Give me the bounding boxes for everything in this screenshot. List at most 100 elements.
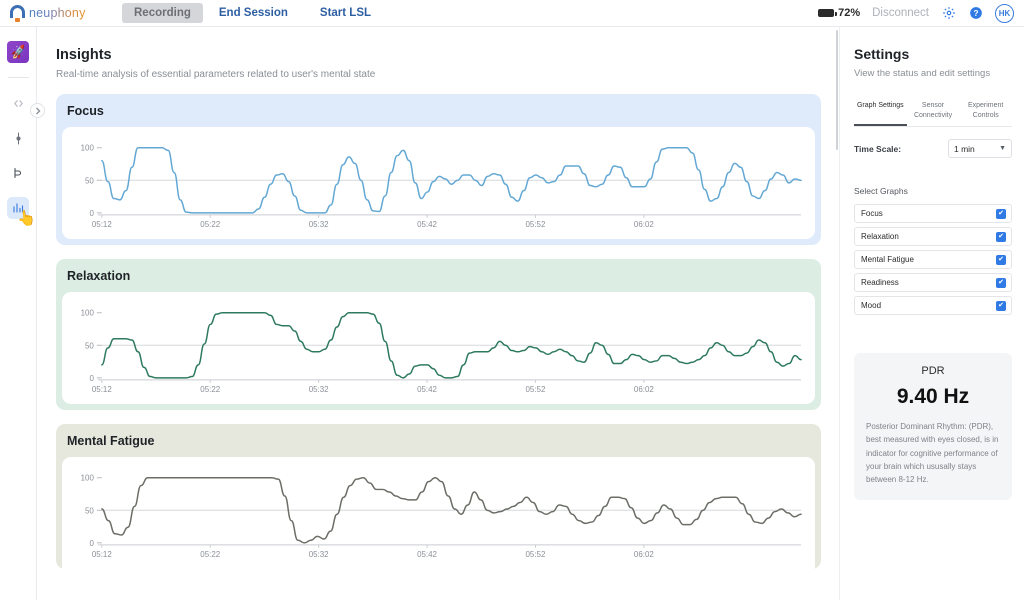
x-axis-tick-label: 05:52	[526, 550, 546, 559]
brand-name: neuphony	[29, 6, 86, 20]
tab-experiment-controls[interactable]: Experiment Controls	[959, 101, 1012, 126]
time-scale-select[interactable]: 1 min ▼	[948, 139, 1012, 159]
checkbox-checked-icon[interactable]: ✔	[996, 277, 1006, 288]
insight-cards: Focus 0 50 100 05:12 05:22 05:32 05:42 05:52 06:0…	[37, 94, 838, 569]
time-scale-value: 1 min	[954, 143, 975, 154]
signal-branch-icon[interactable]	[7, 162, 29, 184]
x-axis-tick-label: 05:22	[200, 385, 220, 394]
graph-toggle-label: Mood	[861, 301, 882, 311]
app-root: neuphony Recording End Session Start LSL…	[0, 0, 1024, 600]
recording-status-chip[interactable]: Recording	[122, 3, 203, 23]
checkbox-checked-icon[interactable]: ✔	[996, 208, 1006, 219]
svg-text:?: ?	[973, 9, 978, 18]
checkbox-checked-icon[interactable]: ✔	[996, 300, 1006, 311]
main-content: Insights Real-time analysis of essential…	[37, 27, 838, 600]
graph-toggle-item[interactable]: Mental Fatigue ✔	[854, 250, 1012, 270]
graph-toggle-label: Readiness	[861, 278, 899, 288]
code-brackets-icon[interactable]	[7, 92, 29, 114]
x-axis-tick-label: 05:32	[309, 385, 329, 394]
top-bar: neuphony Recording End Session Start LSL…	[0, 0, 1024, 27]
x-axis-tick-label: 05:22	[200, 220, 220, 229]
y-axis-tick-label: 100	[81, 144, 95, 153]
card-title: Mental Fatigue	[67, 434, 155, 448]
help-circle-icon[interactable]: ?	[968, 6, 983, 21]
x-axis-tick-label: 05:32	[309, 220, 329, 229]
x-axis-tick-label: 06:02	[634, 385, 654, 394]
x-axis-tick-label: 05:42	[417, 385, 437, 394]
graph-toggle-item[interactable]: Focus ✔	[854, 204, 1012, 224]
left-rail: 🚀 👆	[0, 27, 45, 600]
line-chart: 0 50 100 05:12 05:22 05:32 05:42 05:52 06:02	[81, 309, 802, 394]
end-session-button[interactable]: End Session	[203, 3, 304, 23]
x-axis-tick-label: 05:52	[526, 385, 546, 394]
graph-toggle-label: Relaxation	[861, 232, 899, 242]
line-chart: 0 50 100 05:12 05:22 05:32 05:42 05:52 06:02	[81, 474, 802, 559]
y-axis-tick-label: 0	[89, 374, 94, 383]
chevron-down-icon: ▼	[999, 145, 1006, 153]
brand-logo[interactable]: neuphony	[10, 4, 106, 22]
insight-card: Relaxation 0 50 100 05:12 05:22 05:32 05:42 05:5…	[56, 259, 821, 410]
main-scrollbar-thumb[interactable]	[836, 30, 838, 150]
start-lsl-button[interactable]: Start LSL	[304, 3, 387, 23]
insight-card: Focus 0 50 100 05:12 05:22 05:32 05:42 05:52 06:0…	[56, 94, 821, 245]
checkbox-checked-icon[interactable]: ✔	[996, 231, 1006, 242]
graph-toggle-list: Focus ✔ Relaxation ✔ Mental Fatigue ✔ Readines…	[854, 204, 1012, 316]
y-axis-tick-label: 50	[85, 506, 94, 515]
y-axis-tick-label: 0	[89, 209, 94, 218]
x-axis-tick-label: 06:02	[634, 550, 654, 559]
select-graphs-label: Select Graphs	[854, 186, 908, 197]
neuphony-mark-icon	[10, 4, 25, 22]
graph-toggle-label: Focus	[861, 209, 883, 219]
rail-expand-toggle[interactable]	[30, 103, 45, 118]
x-axis-tick-label: 05:52	[526, 220, 546, 229]
top-nav: Recording End Session Start LSL	[122, 3, 387, 23]
battery-icon	[818, 9, 837, 17]
y-axis-tick-label: 0	[89, 539, 94, 548]
chart-container: 0 50 100 05:12 05:22 05:32 05:42 05:52 06:02	[62, 292, 815, 404]
settings-subtitle: View the status and edit settings	[854, 68, 991, 79]
y-axis-tick-label: 50	[85, 341, 94, 350]
y-axis-tick-label: 100	[81, 309, 95, 318]
settings-tabs: Graph Settings Sensor Connectivity Exper…	[854, 101, 1012, 128]
x-axis-tick-label: 05:42	[417, 550, 437, 559]
battery-percent: 72%	[838, 7, 861, 19]
x-axis-tick-label: 05:42	[417, 220, 437, 229]
page-header: Insights Real-time analysis of essential…	[37, 27, 838, 80]
rail-nav: 👆	[7, 92, 37, 228]
card-title: Relaxation	[67, 269, 131, 283]
x-axis-tick-label: 05:12	[92, 550, 112, 559]
battery-indicator: 72%	[818, 7, 860, 19]
graph-toggle-item[interactable]: Relaxation ✔	[854, 227, 1012, 247]
time-scale-row: Time Scale: 1 min ▼	[854, 139, 1012, 159]
x-axis-tick-label: 05:12	[92, 220, 112, 229]
pdr-card: PDR 9.40 Hz Posterior Dominant Rhythm: (…	[854, 353, 1012, 501]
rocket-glyph: 🚀	[9, 44, 27, 60]
insight-card: Mental Fatigue 0 50 100 05:12 05:22 05:32 05:42…	[56, 424, 821, 569]
time-scale-label: Time Scale:	[854, 143, 902, 154]
tab-sensor-connectivity[interactable]: Sensor Connectivity	[907, 101, 960, 126]
x-axis-tick-label: 05:22	[200, 550, 220, 559]
card-title: Focus	[67, 104, 104, 118]
y-axis-tick-label: 100	[81, 474, 95, 483]
sensor-pin-icon[interactable]	[7, 127, 29, 149]
pdr-title: PDR	[921, 365, 945, 378]
checkbox-checked-icon[interactable]: ✔	[996, 254, 1006, 265]
settings-title: Settings	[854, 46, 910, 62]
disconnect-button[interactable]: Disconnect	[872, 7, 929, 19]
pdr-value: 9.40 Hz	[896, 385, 970, 409]
graph-toggle-item[interactable]: Readiness ✔	[854, 273, 1012, 293]
x-axis-tick-label: 06:02	[634, 220, 654, 229]
rail-divider	[7, 77, 29, 78]
page-title: Insights	[56, 47, 112, 63]
tab-graph-settings[interactable]: Graph Settings	[854, 101, 907, 127]
sidebar-item-insights[interactable]: 👆	[7, 197, 37, 228]
y-axis-tick-label: 50	[85, 176, 94, 185]
chart-container: 0 50 100 05:12 05:22 05:32 05:42 05:52 06:02	[62, 457, 815, 569]
graph-toggle-item[interactable]: Mood ✔	[854, 296, 1012, 316]
chart-container: 0 50 100 05:12 05:22 05:32 05:42 05:52 06:02	[62, 127, 815, 239]
gear-icon[interactable]	[941, 6, 956, 21]
rocket-icon[interactable]: 🚀	[7, 41, 29, 63]
line-chart: 0 50 100 05:12 05:22 05:32 05:42 05:52 06:02	[81, 144, 802, 229]
avatar[interactable]: HK	[995, 3, 1014, 23]
pdr-description: Posterior Dominant Rhythm: (PDR), best m…	[866, 422, 999, 485]
